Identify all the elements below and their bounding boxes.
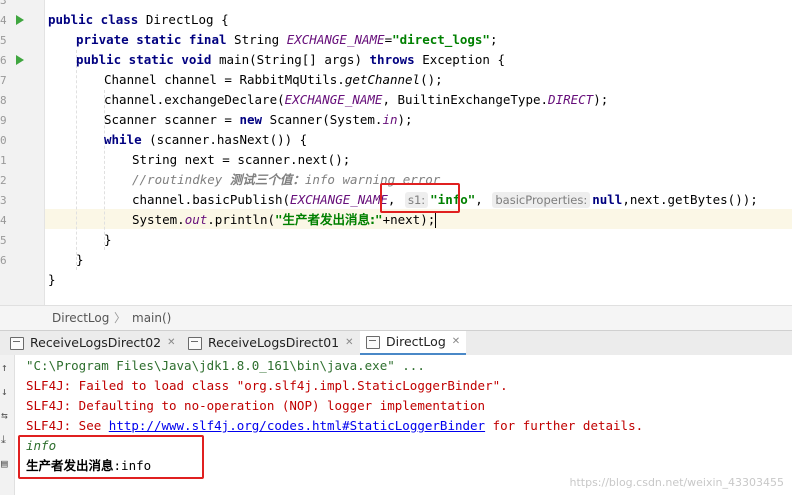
code-line[interactable]: } bbox=[76, 250, 84, 270]
console-icon bbox=[10, 336, 24, 350]
code-line[interactable]: } bbox=[104, 230, 112, 250]
code-line[interactable]: System.out.println("生产者发出消息:"+next); bbox=[132, 210, 437, 230]
text-caret bbox=[435, 213, 437, 228]
code-line[interactable]: Channel channel = RabbitMqUtils.getChann… bbox=[104, 70, 443, 90]
breadcrumb: DirectLog 〉 main() bbox=[0, 305, 792, 330]
line-number: 3 bbox=[0, 194, 7, 207]
run-tabs: ReceiveLogsDirect02 ✕ ReceiveLogsDirect0… bbox=[0, 330, 792, 356]
code-line[interactable]: while (scanner.hasNext()) { bbox=[104, 130, 307, 150]
console-icon bbox=[366, 335, 380, 349]
code-line[interactable]: public static void main(String[] args) t… bbox=[76, 50, 505, 70]
breadcrumb-method[interactable]: main() bbox=[132, 306, 171, 330]
console-toolbar: ↑ ↓ ⇆ ⤓ ▤ bbox=[0, 355, 15, 495]
breadcrumb-separator: 〉 bbox=[114, 311, 127, 325]
line-number: 7 bbox=[0, 74, 7, 87]
line-number: 2 bbox=[0, 174, 7, 187]
console-line: "C:\Program Files\Java\jdk1.8.0_161\bin\… bbox=[26, 358, 425, 373]
code-line[interactable]: channel.exchangeDeclare(EXCHANGE_NAME, B… bbox=[104, 90, 608, 110]
annotation-box-console bbox=[18, 435, 204, 479]
close-icon[interactable]: ✕ bbox=[167, 331, 175, 355]
code-editor[interactable]: 3 4 5 6 7 8 9 0 1 2 3 4 5 6 public class… bbox=[0, 0, 792, 305]
line-number: 6 bbox=[0, 54, 7, 67]
parameter-hint: basicProperties: bbox=[492, 192, 591, 208]
run-main-icon[interactable] bbox=[16, 55, 24, 65]
console-line: SLF4J: Defaulting to no-operation (NOP) … bbox=[26, 398, 486, 413]
arrow-down-icon[interactable]: ↓ bbox=[1, 385, 8, 398]
console-icon bbox=[188, 336, 202, 350]
annotation-box-code bbox=[380, 183, 460, 213]
console-line: SLF4J: See http://www.slf4j.org/codes.ht… bbox=[26, 418, 644, 433]
tab-receivelogsdirect01[interactable]: ReceiveLogsDirect01 ✕ bbox=[182, 331, 360, 355]
code-line[interactable]: } bbox=[48, 270, 56, 290]
line-number: 5 bbox=[0, 234, 7, 247]
line-number: 8 bbox=[0, 94, 7, 107]
tab-directlog[interactable]: DirectLog ✕ bbox=[360, 330, 467, 355]
line-number: 4 bbox=[0, 14, 7, 27]
scroll-to-end-icon[interactable]: ⤓ bbox=[1, 433, 6, 447]
line-number: 3 bbox=[0, 0, 7, 7]
close-icon[interactable]: ✕ bbox=[452, 330, 460, 354]
soft-wrap-icon[interactable]: ⇆ bbox=[1, 409, 8, 422]
console-output[interactable]: ↑ ↓ ⇆ ⤓ ▤ "C:\Program Files\Java\jdk1.8.… bbox=[0, 355, 792, 495]
close-icon[interactable]: ✕ bbox=[345, 331, 353, 355]
slf4j-link[interactable]: http://www.slf4j.org/codes.html#StaticLo… bbox=[109, 418, 485, 433]
code-line[interactable]: public class DirectLog { bbox=[48, 10, 229, 30]
code-line[interactable]: String next = scanner.next(); bbox=[132, 150, 350, 170]
line-number: 9 bbox=[0, 114, 7, 127]
watermark: https://blog.csdn.net/weixin_43303455 bbox=[569, 476, 784, 489]
line-number: 4 bbox=[0, 214, 7, 227]
print-icon[interactable]: ▤ bbox=[1, 457, 8, 470]
line-number: 6 bbox=[0, 254, 7, 267]
code-line[interactable]: private static final String EXCHANGE_NAM… bbox=[76, 30, 497, 50]
line-number: 1 bbox=[0, 154, 7, 167]
line-number: 5 bbox=[0, 34, 7, 47]
line-number: 0 bbox=[0, 134, 7, 147]
indent-guide bbox=[76, 50, 77, 270]
arrow-up-icon[interactable]: ↑ bbox=[1, 361, 8, 374]
run-class-icon[interactable] bbox=[16, 15, 24, 25]
code-line[interactable]: Scanner scanner = new Scanner(System.in)… bbox=[104, 110, 413, 130]
breadcrumb-class[interactable]: DirectLog bbox=[52, 306, 109, 330]
console-line: SLF4J: Failed to load class "org.slf4j.i… bbox=[26, 378, 508, 393]
tab-receivelogsdirect02[interactable]: ReceiveLogsDirect02 ✕ bbox=[4, 331, 182, 355]
